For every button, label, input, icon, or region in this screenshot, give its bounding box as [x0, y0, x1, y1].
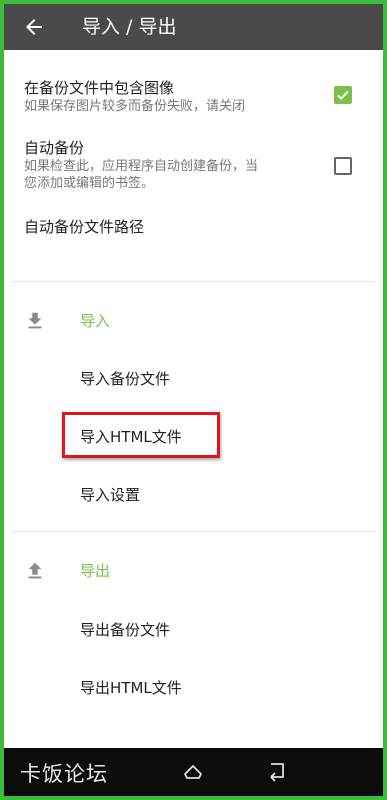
pref-auto-backup[interactable]: 自动备份 如果检查此，应用程序自动创建备份，当 您添加或编辑的书签。: [24, 138, 383, 192]
export-backup-file[interactable]: 导出备份文件: [80, 620, 170, 640]
pref-auto-backup-path[interactable]: 自动备份文件路径: [24, 217, 383, 237]
pref-auto-backup-path-title: 自动备份文件路径: [24, 218, 145, 236]
toolbar: 导入 / 导出: [4, 4, 383, 50]
export-section-header: 导出: [4, 557, 383, 587]
divider: [12, 531, 375, 532]
app-screen: 导入 / 导出 在备份文件中包含图像 如果保存图片较多而备份失败，请关闭 自动备…: [4, 4, 383, 796]
watermark-text: 卡饭论坛: [20, 762, 108, 786]
import-section-header: 导入: [4, 307, 383, 337]
page-title: 导入 / 导出: [82, 16, 177, 38]
highlight-box: [62, 412, 220, 458]
navigation-bar: 卡饭论坛: [4, 748, 383, 796]
import-backup-file[interactable]: 导入备份文件: [80, 369, 170, 389]
export-section-label: 导出: [80, 562, 111, 580]
home-icon[interactable]: [182, 761, 204, 783]
pref-include-images[interactable]: 在备份文件中包含图像 如果保存图片较多而备份失败，请关闭: [24, 78, 383, 115]
import-section-label: 导入: [80, 312, 111, 330]
download-icon: [28, 312, 42, 329]
pref-include-images-summary: 如果保存图片较多而备份失败，请关闭: [24, 99, 246, 114]
upload-icon: [28, 562, 42, 579]
pref-auto-backup-summary-line1: 如果检查此，应用程序自动创建备份，当: [24, 159, 259, 174]
divider: [12, 281, 375, 282]
checkmark-icon: [337, 90, 349, 100]
import-settings[interactable]: 导入设置: [80, 485, 140, 505]
include-images-checkbox[interactable]: [334, 86, 352, 104]
nav-back-icon[interactable]: [266, 760, 288, 782]
pref-auto-backup-summary-line2: 您添加或编辑的书签。: [24, 176, 155, 191]
auto-backup-checkbox[interactable]: [334, 157, 352, 175]
back-arrow-icon[interactable]: [22, 15, 46, 39]
pref-include-images-title: 在备份文件中包含图像: [24, 79, 175, 97]
export-html-file[interactable]: 导出HTML文件: [80, 678, 182, 698]
pref-auto-backup-title: 自动备份: [24, 139, 85, 157]
